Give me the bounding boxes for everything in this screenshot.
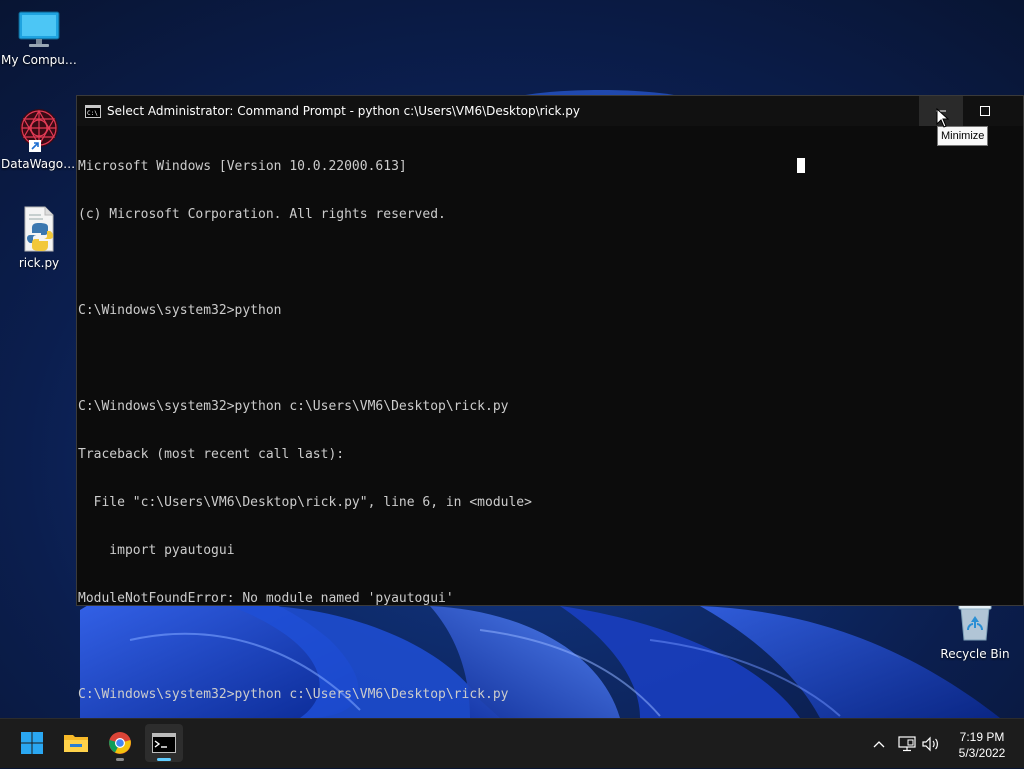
python-file-icon <box>24 206 54 252</box>
clock-time: 7:19 PM <box>959 730 1005 744</box>
start-button[interactable] <box>13 724 51 762</box>
mouse-pointer-icon <box>936 108 950 128</box>
desktop-icon-datawagon[interactable]: DataWagon... <box>1 106 77 171</box>
running-indicator <box>116 758 124 761</box>
console-line: Microsoft Windows [Version 10.0.22000.61… <box>78 159 407 174</box>
window-title-bar[interactable]: C:\ Select Administrator: Command Prompt… <box>77 96 1023 126</box>
datawagon-icon <box>20 109 58 152</box>
network-button[interactable] <box>895 719 919 769</box>
svg-text:C:\: C:\ <box>87 110 98 117</box>
desktop-icon-my-computer[interactable]: My Computer <box>1 10 77 67</box>
chevron-up-icon <box>873 741 885 748</box>
console-line: C:\Windows\system32>python <box>78 303 282 318</box>
taskbar-file-explorer[interactable] <box>57 724 95 762</box>
clock-date: 5/3/2022 <box>958 746 1006 760</box>
taskbar-command-prompt[interactable] <box>145 724 183 762</box>
desktop-icon-label: My Computer <box>1 53 77 67</box>
console-line: import pyautogui <box>78 543 235 558</box>
taskbar: 7:19 PM 5/3/2022 <box>0 718 1024 768</box>
selection-cursor <box>797 158 805 173</box>
console-line: Traceback (most recent call last): <box>78 447 345 462</box>
console-line: C:\Windows\system32>python c:\Users\VM6\… <box>78 687 509 702</box>
taskbar-chrome[interactable] <box>101 724 139 762</box>
console-line: (c) Microsoft Corporation. All rights re… <box>78 207 446 222</box>
volume-button[interactable] <box>920 719 942 769</box>
monitor-icon <box>18 11 60 47</box>
show-hidden-icons-button[interactable] <box>868 719 890 769</box>
chrome-icon <box>109 732 131 754</box>
minimize-tooltip: Minimize <box>937 126 989 146</box>
console-line: ModuleNotFoundError: No module named 'py… <box>78 591 454 606</box>
console-output[interactable]: Microsoft Windows [Version 10.0.22000.61… <box>77 126 1023 735</box>
maximize-button[interactable] <box>963 96 1007 126</box>
command-prompt-window[interactable]: C:\ Select Administrator: Command Prompt… <box>76 95 1024 702</box>
maximize-icon <box>980 106 990 116</box>
desktop-icon-label: DataWagon... <box>1 157 77 171</box>
active-indicator <box>157 758 171 761</box>
windows-logo-icon <box>21 732 43 754</box>
terminal-icon <box>152 733 176 753</box>
window-title: Select Administrator: Command Prompt - p… <box>107 104 581 118</box>
folder-icon <box>64 735 88 752</box>
volume-icon <box>922 736 938 752</box>
console-line: C:\Windows\system32>python c:\Users\VM6\… <box>78 399 509 414</box>
terminal-icon: C:\ <box>85 104 101 118</box>
taskbar-clock[interactable]: 7:19 PM 5/3/2022 <box>948 729 1016 761</box>
console-line: File "c:\Users\VM6\Desktop\rick.py", lin… <box>78 495 532 510</box>
desktop-icon-label: rick.py <box>18 256 60 270</box>
desktop-icon-rick-py[interactable]: rick.py <box>1 205 77 270</box>
network-icon <box>898 736 916 752</box>
